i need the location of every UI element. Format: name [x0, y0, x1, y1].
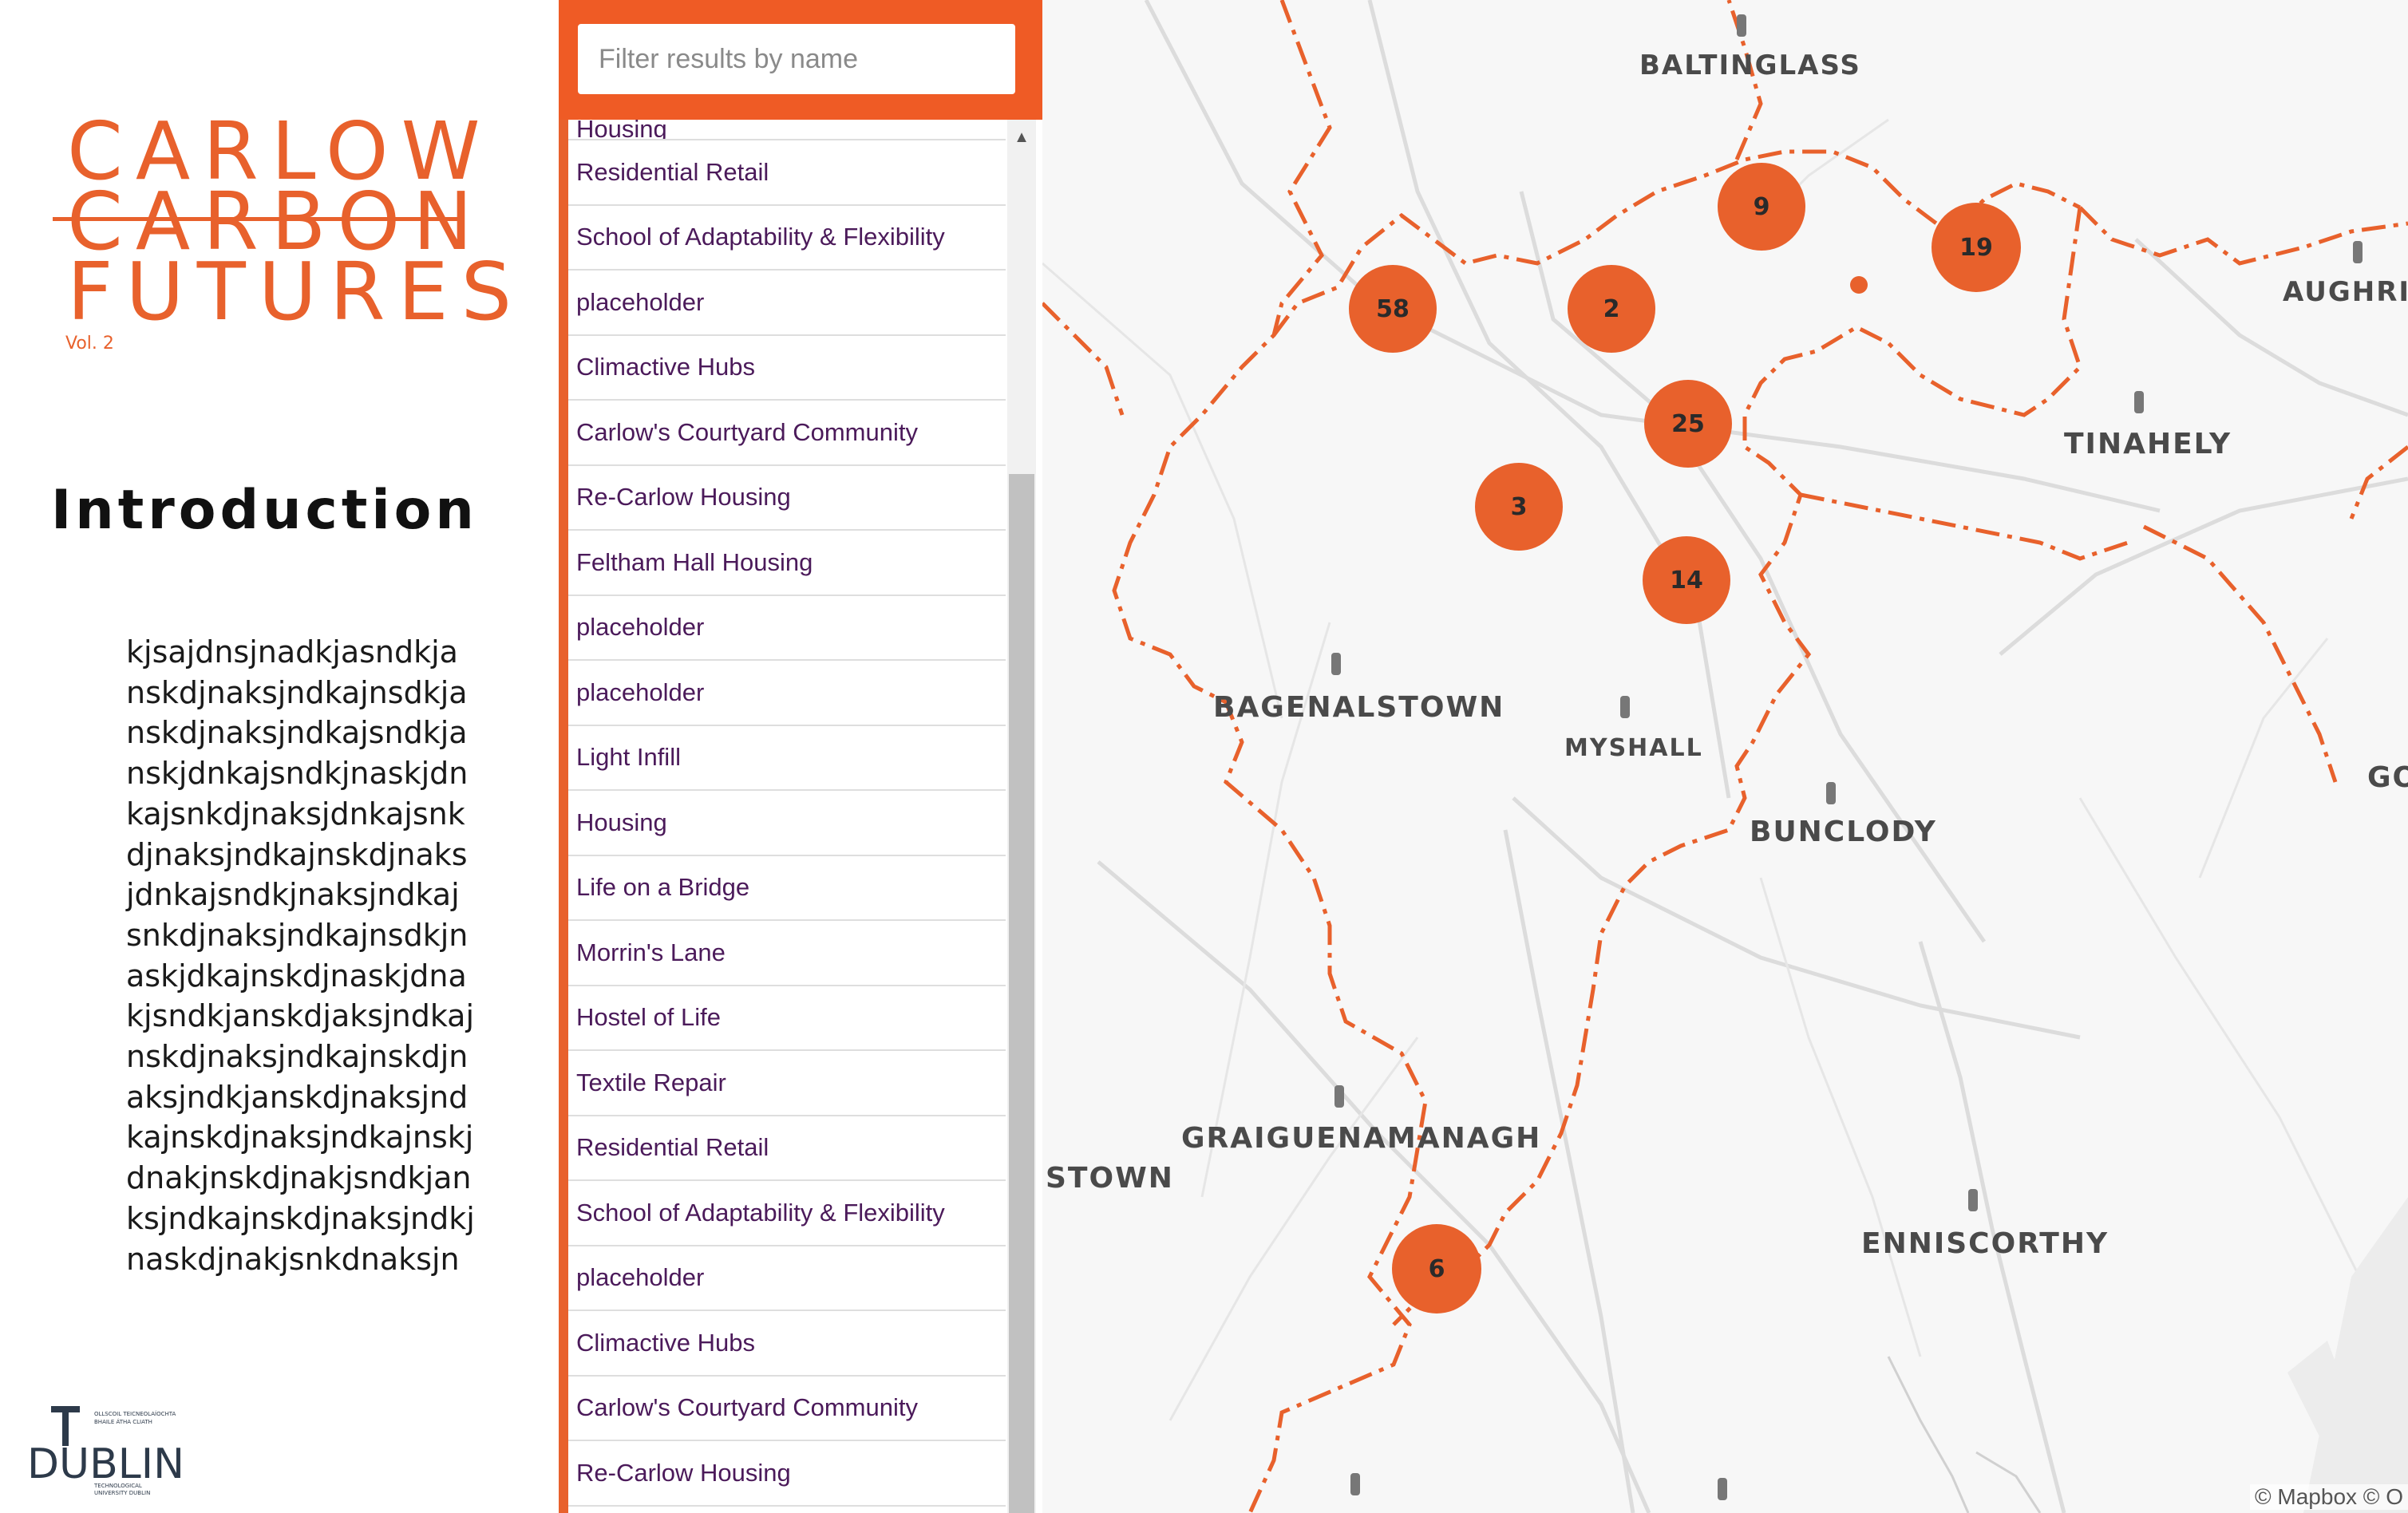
svg-text:UNIVERSITY DUBLIN: UNIVERSITY DUBLIN: [94, 1490, 150, 1496]
intro-body: kjsajdnsjnadkjasndkja nskdjnaksjndkajnsd…: [126, 632, 477, 1279]
scroll-up-arrow-icon[interactable]: ▲: [1007, 128, 1036, 147]
list-item[interactable]: Re-Carlow Housing: [568, 1441, 1006, 1507]
list-item[interactable]: Carlow's Courtyard Community: [568, 401, 1006, 466]
svg-text:TECHNOLOGICAL: TECHNOLOGICAL: [93, 1483, 142, 1489]
volume-label: Vol. 2: [65, 334, 114, 354]
map-attribution[interactable]: © Mapbox © O: [2250, 1484, 2408, 1510]
town-pin-icon: [1826, 782, 1836, 804]
intro-text-line: snkdjnaksjndkajnsdkjn: [126, 917, 469, 953]
town-pin-icon: [2353, 241, 2363, 263]
town-pin-icon: [1968, 1189, 1978, 1211]
town-pin-icon: [1737, 14, 1746, 37]
cluster-marker[interactable]: 58: [1349, 265, 1437, 353]
town-label: BALTINGLASS: [1639, 49, 1861, 81]
town-label: GRAIGUENAMANAGH: [1181, 1122, 1542, 1155]
cluster-marker[interactable]: 9: [1718, 163, 1805, 251]
list-item[interactable]: Residential Retail: [568, 140, 1006, 206]
list-item[interactable]: School of Adaptability & Flexibility: [568, 205, 1006, 271]
intro-text-line: kajnskdjnaksjndkajnskj: [126, 1120, 474, 1155]
list-item[interactable]: Climactive Hubs: [568, 1311, 1006, 1377]
list-item[interactable]: placeholder: [568, 595, 1006, 661]
list-item[interactable]: Climactive Hubs: [568, 335, 1006, 401]
panel-accent-bar: [559, 0, 568, 1513]
svg-text:DUBLIN: DUBLIN: [27, 1440, 184, 1488]
intro-text-line: ksjndkajnskdjnaksjndkj: [126, 1200, 475, 1236]
list-item[interactable]: Re-Carlow Housing: [568, 465, 1006, 531]
intro-text-line: kajsnkdjnaksjdnkajsnk: [126, 796, 465, 832]
results-scrollbar[interactable]: ▲: [1007, 120, 1036, 1513]
intro-text-line: kjsndkjanskdjaksjndkaj: [126, 998, 475, 1034]
town-pin-icon: [1620, 696, 1630, 718]
town-label: GO: [2367, 761, 2408, 794]
results-panel: Housing Residential Retail School of Ada…: [559, 0, 1042, 1513]
svg-text:OLLSCOIL TEICNEOLAÍOCHTA: OLLSCOIL TEICNEOLAÍOCHTA: [94, 1410, 176, 1417]
list-item[interactable]: Textile Repair: [568, 1051, 1006, 1116]
list-item[interactable]: placeholder: [568, 271, 1006, 336]
town-pin-icon: [1718, 1478, 1727, 1500]
intro-text-line: djnaksjndkajnskdjnaks: [126, 836, 468, 872]
town-label: TINAHELY: [2064, 428, 2232, 460]
svg-text:BHAILE ÁTHA CLIATH: BHAILE ÁTHA CLIATH: [94, 1418, 152, 1425]
list-item[interactable]: placeholder: [568, 1246, 1006, 1311]
town-label: BUNCLODY: [1750, 816, 1937, 848]
intro-text-line: nskjdnkajsndkjnaskjdn: [126, 756, 469, 792]
list-item[interactable]: Residential Retail: [568, 1116, 1006, 1181]
intro-panel: CARLOW CARBON FUTURES Vol. 2 Introductio…: [0, 0, 559, 1513]
cluster-marker[interactable]: 19: [1932, 203, 2021, 292]
brand-strikethrough: [53, 217, 465, 221]
town-pin-icon: [1331, 653, 1341, 675]
intro-text-line: nskdjnaksjndkajnsdkja: [126, 674, 468, 710]
filter-input[interactable]: [578, 24, 1015, 94]
cluster-marker[interactable]: 6: [1392, 1224, 1481, 1314]
list-item[interactable]: Housing: [568, 791, 1006, 856]
cluster-marker[interactable]: 25: [1644, 380, 1732, 468]
list-item[interactable]: Feltham Hall Housing: [568, 531, 1006, 596]
intro-text-line: jdnkajsndkjnaksjndkaj: [126, 877, 460, 913]
scrollbar-thumb[interactable]: [1009, 474, 1034, 1513]
town-label: AUGHRI: [2283, 276, 2408, 308]
list-item[interactable]: Carlow's Courtyard Community: [568, 1376, 1006, 1441]
town-label: STOWN: [1046, 1162, 1174, 1195]
list-item[interactable]: Light Infill: [568, 725, 1006, 791]
intro-heading: Introduction: [51, 479, 478, 542]
intro-text-line: naskdjnakjsnkdnaksjn: [126, 1241, 460, 1277]
tu-dublin-logo: DUBLIN OLLSCOIL TEICNEOLAÍOCHTA BHAILE Á…: [27, 1406, 184, 1496]
map[interactable]: BALTINGLASS AUGHRI TINAHELY BAGENALSTOWN…: [1042, 0, 2408, 1513]
intro-text-line: dnakjnskdjnakjsndkjan: [126, 1160, 472, 1196]
intro-text-line: askjdkajnskdjnaskjdna: [126, 958, 467, 994]
filter-header: [559, 0, 1042, 120]
results-list[interactable]: Housing Residential Retail School of Ada…: [568, 120, 1006, 1507]
list-item[interactable]: Morrin's Lane: [568, 921, 1006, 986]
cluster-marker[interactable]: 2: [1568, 265, 1655, 353]
town-label: ENNISCORTHY: [1861, 1227, 2109, 1260]
intro-text-line: kjsajdnsjnadkjasndkja: [126, 634, 458, 670]
brand-title-line-3: FUTURES: [67, 245, 525, 338]
cluster-marker[interactable]: 14: [1643, 536, 1730, 624]
list-item[interactable]: placeholder: [568, 661, 1006, 726]
location-marker[interactable]: [1850, 276, 1868, 294]
intro-text-line: nskdjnaksjndkajsndkja: [126, 715, 468, 751]
cluster-marker[interactable]: 3: [1475, 463, 1563, 551]
intro-text-line: nskdjnaksjndkajnskdjn: [126, 1039, 469, 1075]
town-pin-icon: [2134, 391, 2144, 413]
list-item[interactable]: Hostel of Life: [568, 986, 1006, 1051]
town-label: BAGENALSTOWN: [1213, 691, 1505, 724]
list-item[interactable]: School of Adaptability & Flexibility: [568, 1181, 1006, 1246]
intro-text-line: aksjndkjanskdjnaksjnd: [126, 1079, 469, 1115]
list-item[interactable]: Life on a Bridge: [568, 855, 1006, 921]
town-pin-icon: [1350, 1473, 1360, 1495]
list-item[interactable]: Housing: [568, 120, 1006, 140]
town-pin-icon: [1334, 1085, 1344, 1108]
town-label: MYSHALL: [1564, 734, 1703, 762]
